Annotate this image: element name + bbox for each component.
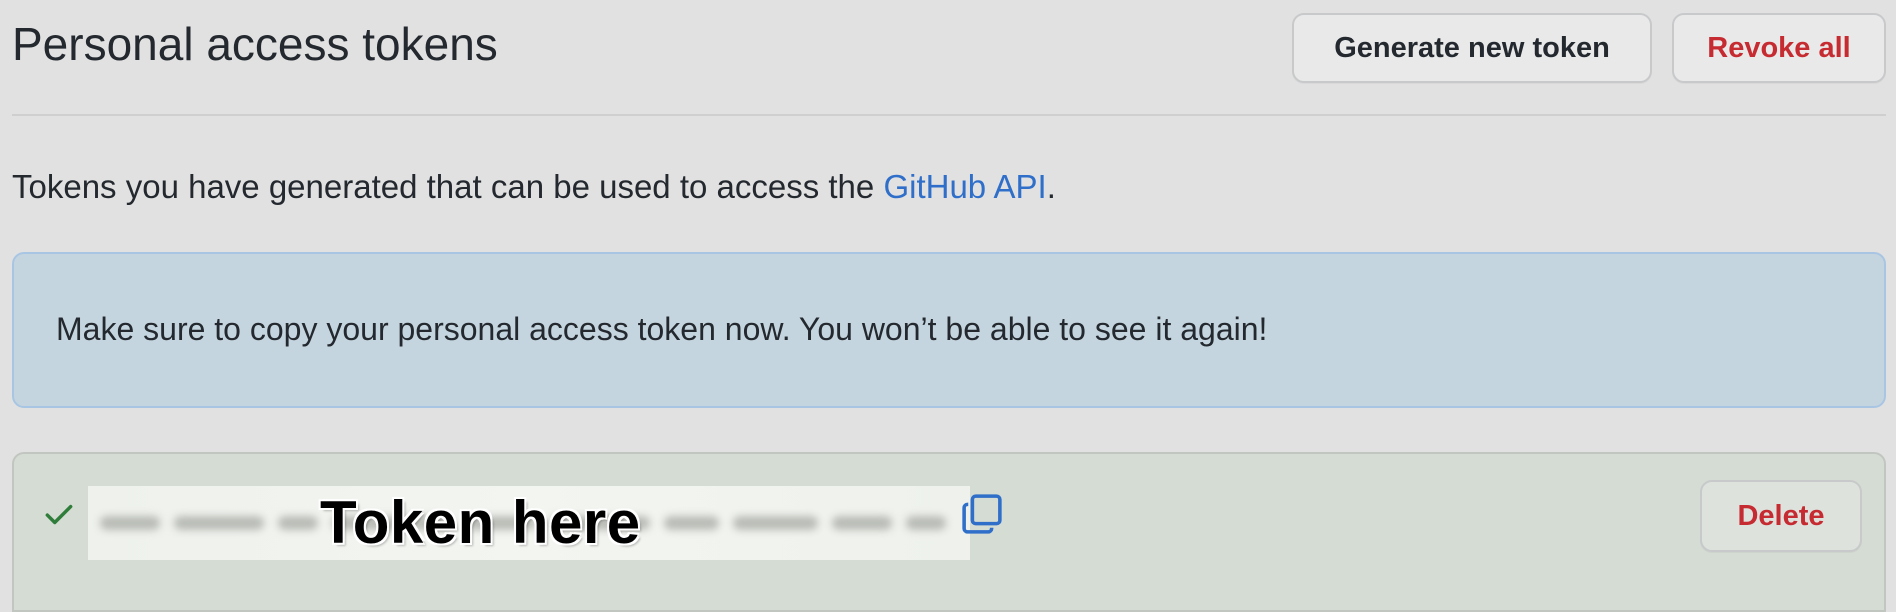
- intro-text-after: .: [1046, 168, 1056, 205]
- flash-message: Make sure to copy your personal access t…: [56, 311, 1268, 347]
- github-api-link[interactable]: GitHub API: [883, 168, 1046, 205]
- page-title: Personal access tokens: [12, 18, 498, 70]
- new-token-row: Token here Delete: [12, 452, 1886, 612]
- revoke-all-button[interactable]: Revoke all: [1672, 13, 1886, 83]
- token-label: Token here: [320, 489, 641, 556]
- intro-text: Tokens you have generated that can be us…: [12, 166, 1056, 208]
- delete-token-button[interactable]: Delete: [1700, 480, 1862, 552]
- generate-new-token-button[interactable]: Generate new token: [1292, 13, 1652, 83]
- copy-icon[interactable]: [960, 492, 1004, 536]
- header-divider: [12, 114, 1886, 116]
- token-value[interactable]: Token here: [88, 486, 970, 560]
- flash-notice: Make sure to copy your personal access t…: [12, 252, 1886, 408]
- check-icon: [45, 504, 73, 525]
- intro-text-before: Tokens you have generated that can be us…: [12, 168, 884, 205]
